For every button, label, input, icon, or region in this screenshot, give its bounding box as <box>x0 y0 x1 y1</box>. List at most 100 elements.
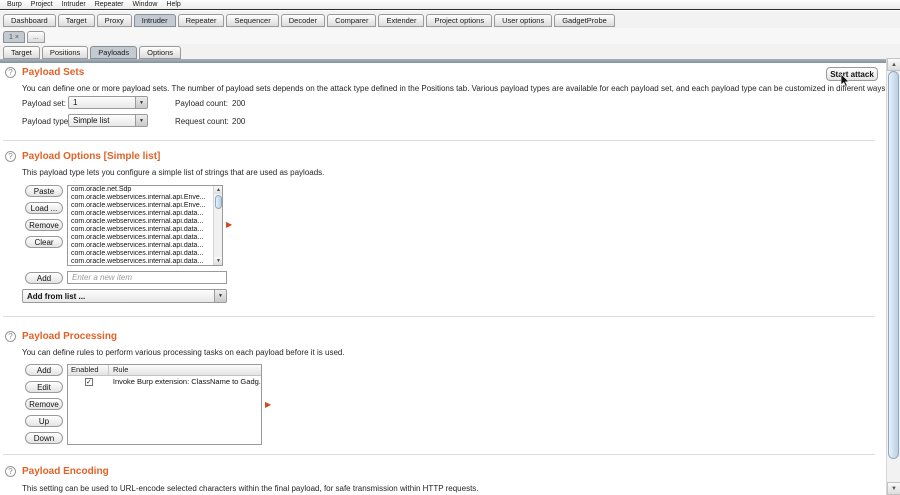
list-item[interactable]: com.oracle.webservices.internal.api.data… <box>68 234 213 242</box>
processing-rules-table: Enabled Rule ✓ Invoke Burp extension: Cl… <box>67 364 262 445</box>
chevron-down-icon: ▼ <box>135 115 147 126</box>
table-header-row: Enabled Rule <box>68 365 261 376</box>
list-item[interactable]: com.oracle.webservices.internal.api.data… <box>68 210 213 218</box>
payload-sets-description: You can define one or more payload sets.… <box>22 84 888 93</box>
list-scrollbar[interactable]: ▲ ▼ <box>213 186 222 265</box>
subtab-positions[interactable]: Positions <box>42 46 88 59</box>
payload-set-dropdown[interactable]: 1 ▼ <box>68 96 148 109</box>
rule-add-button[interactable]: Add <box>25 364 63 376</box>
intruder-sub-tab-bar: Target Positions Payloads Options <box>0 44 900 59</box>
list-item[interactable]: com.oracle.webservices.internal.api.Enve… <box>68 202 213 210</box>
menu-bar: Burp Project Intruder Repeater Window He… <box>0 0 900 10</box>
rule-column-header[interactable]: Rule <box>109 365 261 375</box>
burp-suite-window: Burp Project Intruder Repeater Window He… <box>0 0 900 495</box>
payload-processing-description: You can define rules to perform various … <box>22 348 345 357</box>
tab-extender[interactable]: Extender <box>378 14 424 27</box>
payload-sets-title: Payload Sets <box>22 67 84 78</box>
tab-target[interactable]: Target <box>58 14 95 27</box>
help-icon[interactable]: ? <box>5 466 16 477</box>
list-item[interactable]: com.oracle.webservices.internal.api.data… <box>68 250 213 258</box>
payload-type-label: Payload type: <box>22 117 70 126</box>
clear-button[interactable]: Clear <box>25 236 63 248</box>
paste-button[interactable]: Paste <box>25 185 63 197</box>
payload-list: com.oracle.net.Sdp com.oracle.webservice… <box>67 185 223 266</box>
marker-arrow-icon: ▶ <box>265 400 271 409</box>
payload-options-title: Payload Options [Simple list] <box>22 151 160 162</box>
attack-tab-label: 1 <box>9 34 13 41</box>
rule-edit-button[interactable]: Edit <box>25 381 63 393</box>
request-count-label: Request count: <box>175 117 229 126</box>
menu-burp[interactable]: Burp <box>7 1 22 8</box>
tab-proxy[interactable]: Proxy <box>97 14 132 27</box>
list-item[interactable]: com.oracle.webservices.internal.api.data… <box>68 226 213 234</box>
tab-separator-bar <box>0 59 900 63</box>
attack-tab-more[interactable]: ... <box>27 31 45 43</box>
scroll-down-icon[interactable]: ▼ <box>887 482 900 495</box>
table-row[interactable]: ✓ Invoke Burp extension: ClassName to Ga… <box>68 376 261 387</box>
section-divider <box>3 454 875 455</box>
payload-type-value: Simple list <box>73 116 109 125</box>
load-button[interactable]: Load ... <box>25 202 63 214</box>
add-item-button[interactable]: Add <box>25 272 63 284</box>
menu-repeater[interactable]: Repeater <box>95 1 124 8</box>
tab-repeater[interactable]: Repeater <box>178 14 225 27</box>
add-from-list-value: Add from list ... <box>27 292 85 301</box>
help-icon[interactable]: ? <box>5 67 16 78</box>
tab-project-options[interactable]: Project options <box>426 14 492 27</box>
list-item[interactable]: com.oracle.webservices.internal.api.data… <box>68 258 213 265</box>
tab-user-options[interactable]: User options <box>494 14 552 27</box>
payload-set-value: 1 <box>73 98 77 107</box>
request-count-value: 200 <box>232 117 245 126</box>
scrollbar-thumb[interactable] <box>888 71 899 459</box>
subtab-options[interactable]: Options <box>139 46 181 59</box>
add-from-list-dropdown[interactable]: Add from list ... ▼ <box>22 289 227 303</box>
payload-processing-title: Payload Processing <box>22 331 117 342</box>
rule-down-button[interactable]: Down <box>25 432 63 444</box>
payload-encoding-description: This setting can be used to URL-encode s… <box>22 484 479 493</box>
list-item[interactable]: com.oracle.webservices.internal.api.data… <box>68 218 213 226</box>
tab-gadgetprobe[interactable]: GadgetProbe <box>554 14 615 27</box>
help-icon[interactable]: ? <box>5 151 16 162</box>
remove-button[interactable]: Remove <box>25 219 63 231</box>
section-divider <box>3 140 875 141</box>
enabled-checkbox[interactable]: ✓ <box>85 378 93 386</box>
payload-count-value: 200 <box>232 99 245 108</box>
help-icon[interactable]: ? <box>5 331 16 342</box>
new-item-input[interactable] <box>67 271 227 284</box>
payload-count-label: Payload count: <box>175 99 228 108</box>
attack-tab-1[interactable]: 1 × <box>3 31 25 43</box>
rule-up-button[interactable]: Up <box>25 415 63 427</box>
menu-project[interactable]: Project <box>31 1 53 8</box>
menu-window[interactable]: Window <box>133 1 158 8</box>
tab-decoder[interactable]: Decoder <box>281 14 325 27</box>
rule-remove-button[interactable]: Remove <box>25 398 63 410</box>
list-item[interactable]: com.oracle.net.Sdp <box>68 186 213 194</box>
payload-encoding-title: Payload Encoding <box>22 466 109 477</box>
close-icon[interactable]: × <box>15 34 19 41</box>
subtab-payloads[interactable]: Payloads <box>90 46 137 59</box>
tab-intruder[interactable]: Intruder <box>134 14 176 27</box>
scroll-down-icon[interactable]: ▼ <box>214 257 223 265</box>
list-scrollbar-thumb[interactable] <box>215 195 222 209</box>
scroll-up-icon[interactable]: ▲ <box>887 58 900 71</box>
payload-list-viewport: com.oracle.net.Sdp com.oracle.webservice… <box>68 186 213 265</box>
enabled-column-header[interactable]: Enabled <box>68 365 109 375</box>
payload-options-description: This payload type lets you configure a s… <box>22 168 324 177</box>
scroll-up-icon[interactable]: ▲ <box>214 186 223 194</box>
subtab-target[interactable]: Target <box>3 46 40 59</box>
menu-help[interactable]: Help <box>166 1 180 8</box>
chevron-down-icon: ▼ <box>214 290 226 302</box>
tab-sequencer[interactable]: Sequencer <box>226 14 278 27</box>
chevron-down-icon: ▼ <box>135 97 147 108</box>
list-item[interactable]: com.oracle.webservices.internal.api.data… <box>68 242 213 250</box>
main-tab-bar: Dashboard Target Proxy Intruder Repeater… <box>0 11 900 28</box>
tab-comparer[interactable]: Comparer <box>327 14 376 27</box>
tab-dashboard[interactable]: Dashboard <box>3 14 56 27</box>
start-attack-button[interactable]: Start attack <box>826 67 878 81</box>
menu-intruder[interactable]: Intruder <box>62 1 86 8</box>
list-item[interactable]: com.oracle.webservices.internal.api.Enve… <box>68 194 213 202</box>
rule-cell: Invoke Burp extension: ClassName to Gadg… <box>93 377 261 386</box>
payload-set-label: Payload set: <box>22 99 66 108</box>
payload-type-dropdown[interactable]: Simple list ▼ <box>68 114 148 127</box>
vertical-scrollbar[interactable]: ▲ ▼ <box>886 58 900 495</box>
